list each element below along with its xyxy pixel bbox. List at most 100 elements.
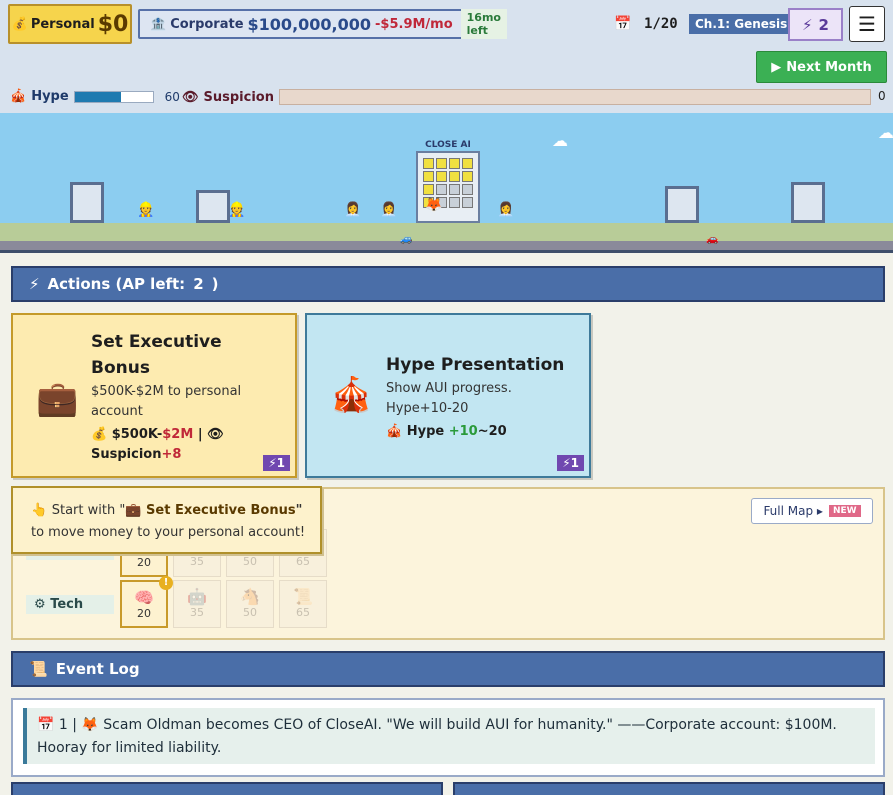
building	[70, 182, 104, 223]
log-entry-text: 1 | 🦊 Scam Oldman becomes CEO of CloseAI…	[37, 717, 837, 756]
tech-node-3[interactable]: 🐴 50	[226, 580, 274, 628]
hq-window	[423, 158, 434, 169]
briefcase-icon: 💼	[125, 503, 142, 518]
node-cost: 35	[190, 606, 204, 619]
action-points-badge: ⚡ 2	[788, 8, 843, 41]
effect-stat: Suspicion	[91, 447, 162, 462]
cloud-icon: ☁	[878, 123, 893, 142]
ap-cost-badge: ⚡1	[263, 455, 290, 471]
ground	[0, 223, 893, 241]
actions-title: Actions (AP left:	[47, 275, 186, 293]
briefcase-icon: 💼	[36, 379, 79, 419]
tooltip-line-1: 👆 Start with "💼 Set Executive Bonus"	[31, 500, 312, 522]
effect-stat-delta-low: +10	[448, 424, 478, 439]
suspicion-meter: 👁 Suspicion	[182, 89, 871, 105]
tooltip-prefix: Start with "	[51, 503, 126, 518]
effect-money-low: $500K-	[111, 427, 163, 442]
bottom-panel-header-right	[453, 782, 885, 795]
new-badge: NEW	[828, 505, 861, 517]
gear-icon: ⚙	[34, 597, 46, 612]
effect-stat: Hype	[406, 424, 445, 439]
hq-window	[449, 197, 460, 208]
building	[196, 190, 230, 223]
hq-window	[423, 184, 434, 195]
ap-cost-value: 1	[276, 456, 285, 470]
card-title: Hype Presentation	[386, 355, 565, 375]
chapter-badge: Ch.1: Genesis	[689, 14, 794, 34]
car-icon: 🚗	[706, 234, 719, 245]
ap-cost-badge: ⚡1	[557, 455, 584, 471]
scroll-icon: 📜	[293, 587, 313, 606]
lightning-icon: ⚡	[29, 275, 40, 293]
lightning-icon: ⚡	[802, 15, 813, 34]
robot-icon: 🤖	[187, 587, 207, 606]
city-scene: ☁ ☁ CLOSE AI 🦊 👷 👷 👩‍💼 👩‍💼 👩‍💼 🚙 🚗	[0, 113, 893, 253]
hq-window	[449, 158, 460, 169]
circus-tent-icon: 🎪	[386, 424, 403, 439]
car-icon: 🚙	[400, 234, 413, 245]
tooltip-line-2: to move money to your personal account!	[31, 525, 306, 540]
calendar-icon: 📅	[37, 717, 55, 733]
hq-window	[423, 171, 434, 182]
tech-node-2[interactable]: 🤖 35	[173, 580, 221, 628]
ap-cost-value: 1	[570, 456, 579, 470]
suspicion-bar	[278, 89, 871, 105]
full-map-label: Full Map ▸	[763, 504, 823, 518]
tooltip-highlight: Set Executive Bonus	[146, 503, 296, 518]
card-description: Show AUI progress. Hype+10-20	[386, 381, 512, 416]
pointing-hand-icon: 👆	[31, 503, 48, 518]
hq-window	[462, 171, 473, 182]
event-log-panel: 📅 1 | 🦊 Scam Oldman becomes CEO of Close…	[11, 698, 885, 777]
worker-icon: 👷	[228, 202, 246, 218]
building	[791, 182, 825, 223]
actions-header: ⚡ Actions (AP left: 2 )	[11, 266, 885, 302]
worker-icon: 👷	[137, 202, 155, 218]
action-points-value: 2	[818, 15, 829, 34]
event-log-header: 📜 Event Log	[11, 651, 885, 687]
action-card-executive-bonus[interactable]: 💼 Set Executive Bonus $500K-$2M to perso…	[11, 313, 297, 478]
worker-icon: 👩‍💼	[497, 202, 515, 218]
corporate-burn-rate: -$5.9M/mo	[375, 16, 453, 32]
card-title: Set Executive Bonus	[91, 332, 222, 378]
personal-money-badge: 💰 Personal $0	[8, 4, 132, 44]
effect-separator: |	[197, 427, 203, 442]
tech-node-4[interactable]: 📜 65	[279, 580, 327, 628]
actions-ap-left: 2	[193, 275, 204, 293]
node-cost: 50	[243, 606, 257, 619]
suspicion-value: 0	[878, 89, 886, 103]
next-month-button[interactable]: ▶ Next Month	[756, 51, 887, 83]
personal-label: Personal	[30, 16, 95, 32]
hq-window	[436, 171, 447, 182]
hq-window	[449, 184, 460, 195]
alert-icon: !	[159, 576, 173, 590]
effect-stat-delta: +8	[161, 447, 182, 462]
tech-node-1[interactable]: ! 🧠 20	[120, 576, 173, 628]
node-cost: 65	[296, 555, 310, 568]
hype-meter: 🎪 Hype 60	[10, 89, 180, 104]
corporate-money-value: $100,000,000	[247, 14, 372, 34]
scroll-icon: 📜	[29, 660, 48, 678]
actions-title-close: )	[211, 275, 219, 293]
personal-money-value: $0	[97, 11, 129, 37]
hq-window	[449, 171, 460, 182]
effect-stat-delta-high: ~20	[477, 424, 507, 439]
calendar-icon: 📅	[614, 16, 632, 32]
card-effect: 💰 $500K-$2M | 👁 Suspicion+8	[91, 425, 291, 465]
fox-ceo-icon: 🦊	[425, 197, 443, 213]
node-cost: 50	[243, 555, 257, 568]
log-entry: 📅 1 | 🦊 Scam Oldman becomes CEO of Close…	[23, 708, 875, 764]
full-map-button[interactable]: Full Map ▸ NEW	[751, 498, 873, 524]
hype-bar-fill	[74, 91, 122, 102]
hype-value: 60	[164, 89, 180, 104]
menu-button[interactable]: ☰	[849, 6, 885, 42]
horse-icon: 🐴	[240, 587, 260, 606]
card-effect: 🎪 Hype +10~20	[386, 422, 507, 442]
bank-icon: 🏦	[150, 16, 167, 32]
hamburger-icon: ☰	[858, 12, 876, 36]
money-bag-icon: 💰	[91, 427, 108, 442]
next-month-label: Next Month	[786, 59, 872, 75]
hype-label: Hype	[31, 89, 69, 104]
hq-sign: CLOSE AI	[425, 140, 471, 150]
card-description: $500K-$2M to personal account	[91, 384, 242, 419]
action-card-hype-presentation[interactable]: 🎪 Hype Presentation Show AUI progress. H…	[305, 313, 591, 478]
